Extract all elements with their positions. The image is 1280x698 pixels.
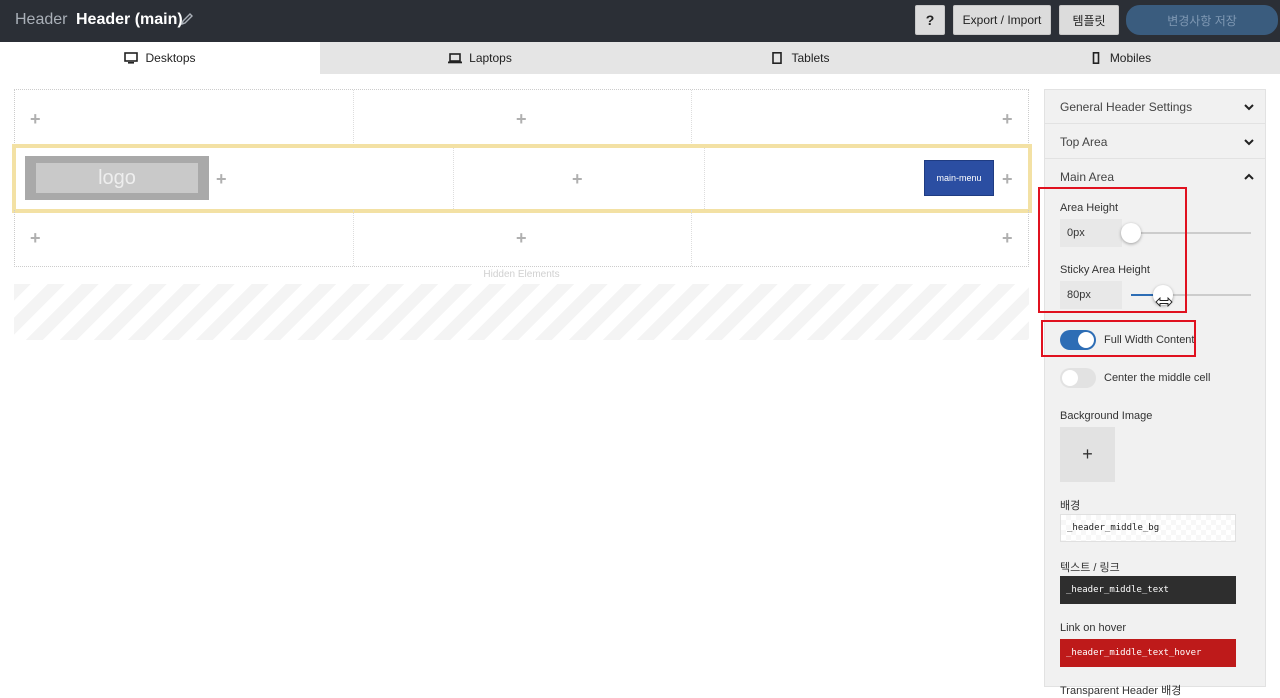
tab-label: Desktops bbox=[145, 51, 196, 65]
text-color-field[interactable]: _header_middle_text bbox=[1060, 576, 1236, 604]
add-element-button[interactable]: + bbox=[1002, 110, 1013, 128]
pencil-icon[interactable] bbox=[180, 12, 194, 26]
hidden-elements-label: Hidden Elements bbox=[483, 269, 560, 280]
cell-divider bbox=[704, 148, 705, 209]
accordion-label: Top Area bbox=[1060, 134, 1108, 149]
tab-label: Mobiles bbox=[1109, 51, 1152, 65]
main-area-row[interactable]: logo + + main-menu + bbox=[12, 144, 1032, 213]
logo-label: logo bbox=[36, 163, 198, 193]
chevron-down-icon bbox=[1244, 104, 1254, 111]
template-button[interactable]: 템플릿 bbox=[1059, 5, 1119, 35]
tab-label: Tablets bbox=[791, 51, 830, 65]
hover-color-label: Link on hover bbox=[1060, 622, 1127, 634]
desktop-icon bbox=[124, 52, 139, 64]
accordion-label: Main Area bbox=[1060, 170, 1115, 184]
add-element-button[interactable]: + bbox=[1002, 229, 1013, 247]
bottom-area-row: + + + bbox=[14, 210, 1029, 267]
center-middle-label: Center the middle cell bbox=[1104, 372, 1211, 384]
cell-divider bbox=[353, 90, 354, 145]
chevron-up-icon bbox=[1244, 173, 1254, 180]
text-color-label: 텍스트 / 링크 bbox=[1060, 562, 1120, 574]
main-menu-element[interactable]: main-menu bbox=[924, 160, 994, 196]
top-bar: Header Header (main) ? Export / Import 템… bbox=[0, 0, 1280, 42]
section-label: Header bbox=[15, 11, 68, 28]
add-element-button[interactable]: + bbox=[1002, 170, 1013, 188]
device-tabs: Desktops Laptops Tablets Mobiles bbox=[0, 42, 1280, 74]
mobile-icon bbox=[1092, 52, 1100, 64]
background-image-add-button[interactable]: + bbox=[1060, 427, 1115, 482]
settings-panel: General Header Settings Top Area Main Ar… bbox=[1044, 89, 1266, 697]
bg-color-label: 배경 bbox=[1060, 500, 1081, 512]
transparent-header-bg-label: Transparent Header 배경 bbox=[1060, 685, 1182, 697]
export-import-button[interactable]: Export / Import bbox=[953, 5, 1051, 35]
cell-divider bbox=[453, 148, 454, 209]
add-element-button[interactable]: + bbox=[572, 170, 583, 188]
help-button[interactable]: ? bbox=[915, 5, 945, 35]
cell-divider bbox=[353, 210, 354, 266]
center-middle-toggle[interactable] bbox=[1060, 368, 1096, 388]
header-name[interactable]: Header (main) bbox=[76, 11, 183, 29]
accordion-label: General Header Settings bbox=[1060, 99, 1193, 114]
cell-divider bbox=[691, 90, 692, 145]
tablet-icon bbox=[772, 52, 783, 64]
accordion-top-area[interactable]: Top Area bbox=[1045, 125, 1265, 159]
save-changes-button[interactable]: 변경사항 저장 bbox=[1126, 5, 1278, 35]
top-area-row: + + + bbox=[14, 89, 1029, 145]
tab-mobiles[interactable]: Mobiles bbox=[960, 42, 1280, 74]
background-image-label: Background Image bbox=[1060, 410, 1153, 422]
tab-laptops[interactable]: Laptops bbox=[320, 42, 640, 74]
add-element-button[interactable]: + bbox=[216, 170, 227, 188]
tab-tablets[interactable]: Tablets bbox=[640, 42, 960, 74]
tab-desktops[interactable]: Desktops bbox=[0, 42, 320, 74]
highlight-box-full-width bbox=[1041, 320, 1196, 357]
add-element-button[interactable]: + bbox=[516, 229, 527, 247]
hidden-elements-dropzone[interactable] bbox=[14, 284, 1029, 340]
accordion-general-header-settings[interactable]: General Header Settings bbox=[1045, 90, 1265, 124]
highlight-box-heights bbox=[1038, 187, 1187, 313]
logo-element[interactable]: logo bbox=[25, 156, 209, 200]
add-element-button[interactable]: + bbox=[30, 229, 41, 247]
tab-label: Laptops bbox=[469, 51, 512, 65]
cell-divider bbox=[691, 210, 692, 266]
bg-color-field[interactable]: _header_middle_bg bbox=[1060, 514, 1236, 542]
laptop-icon bbox=[448, 53, 463, 64]
add-element-button[interactable]: + bbox=[516, 110, 527, 128]
chevron-down-icon bbox=[1244, 139, 1254, 146]
hover-color-field[interactable]: _header_middle_text_hover bbox=[1060, 639, 1236, 667]
add-element-button[interactable]: + bbox=[30, 110, 41, 128]
toggle-knob bbox=[1062, 370, 1078, 386]
